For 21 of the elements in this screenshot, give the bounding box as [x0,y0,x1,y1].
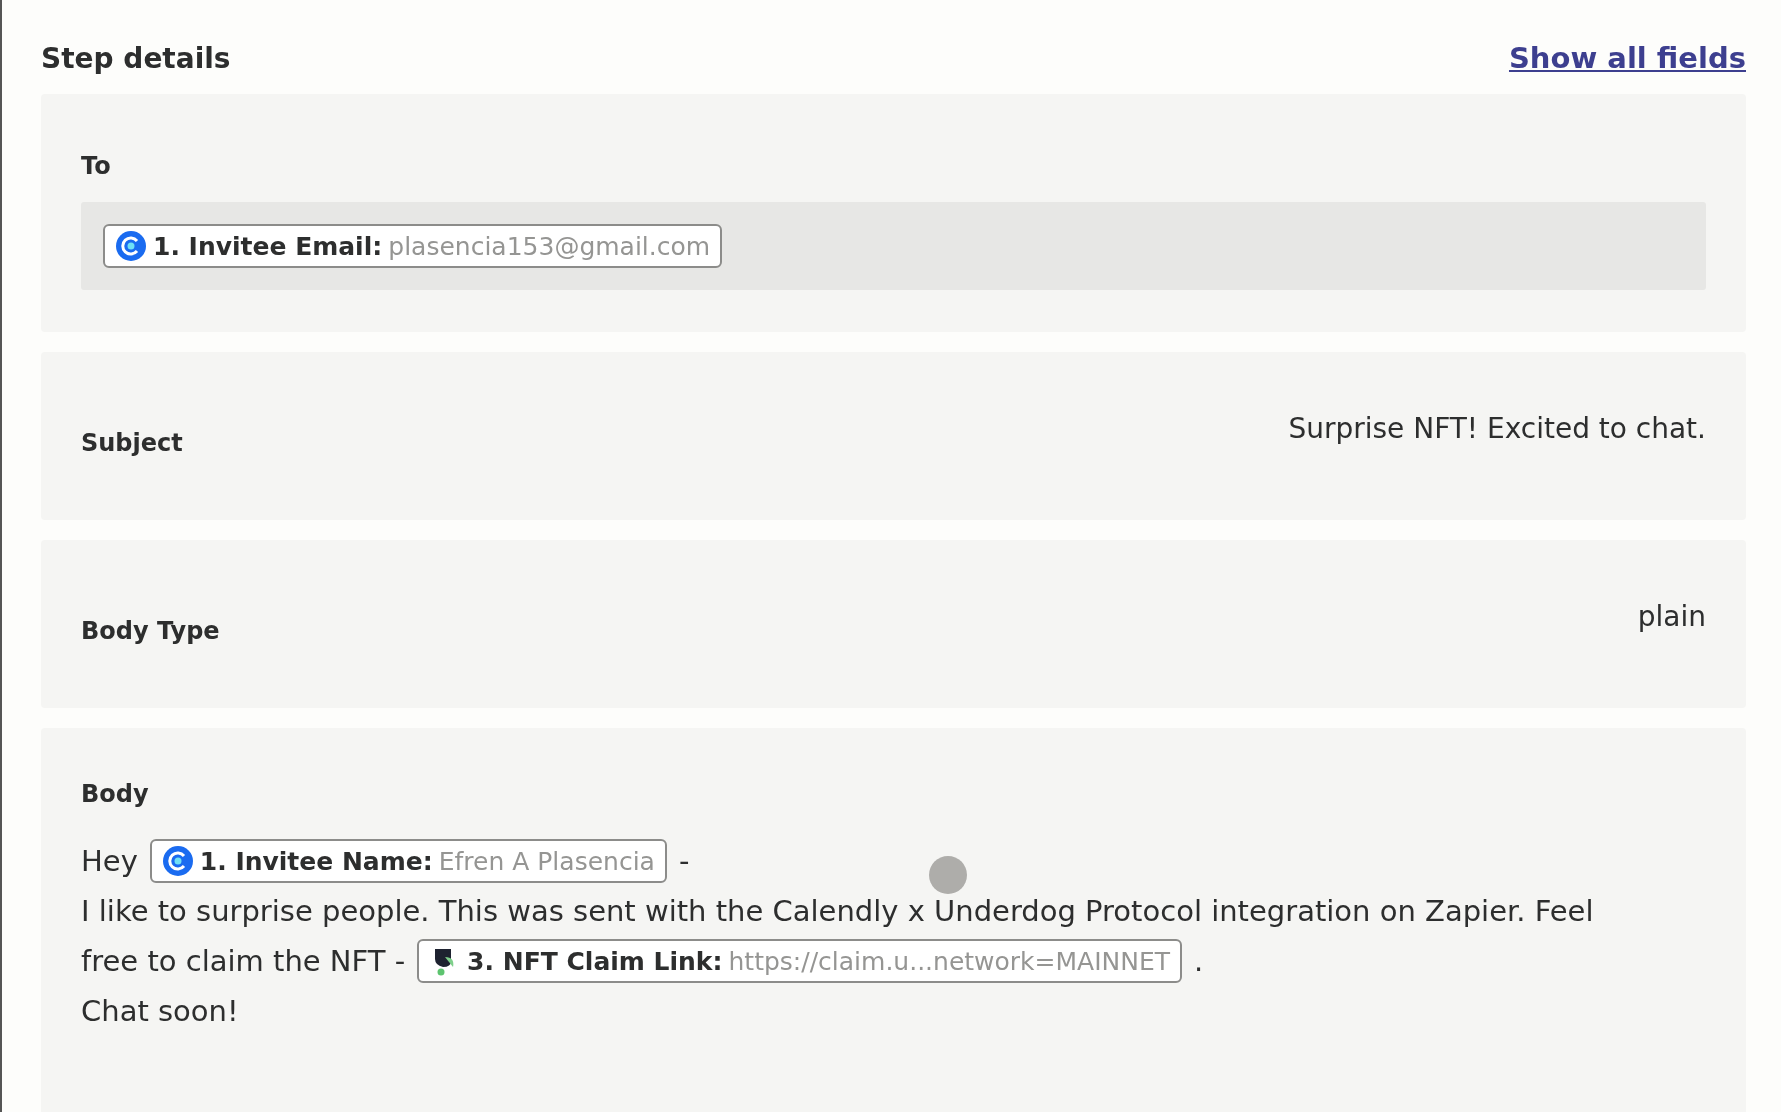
body-text: free to claim the NFT - [81,944,406,978]
body-text: . [1194,944,1204,978]
body-text: I like to surprise people. This was sent with the Calendly x Underdog Protocol integration on Zapier. Feel [81,894,1594,928]
show-all-fields-link[interactable]: Show all fields [1509,41,1746,75]
cursor-dot [929,856,967,894]
section-title: Step details [41,41,231,75]
field-label: Body [81,780,150,808]
field-value: plain [1637,599,1706,633]
c-logo-icon [161,845,194,877]
body-text: Chat soon! [81,994,239,1028]
field-label: To [81,152,112,180]
field-label: Subject [81,429,183,457]
field-value: Surprise NFT! Excited to chat. [1288,411,1706,445]
variable-pill[interactable]: 3. NFT Claim Link: https://claim.u...network=MAINNET [417,939,1183,983]
variable-pill[interactable]: 1. Invitee Name: Efren A Plasencia [149,839,667,883]
body-text: Hey [81,844,138,878]
variable-pill[interactable]: 1. Invitee Email: plasencia153@gmail.com [103,224,723,268]
c-logo-icon [115,230,147,262]
body-text: - [678,844,690,878]
field-label: Body Type [81,617,220,645]
input-field[interactable]: 1. Invitee Email: plasencia153@gmail.com [81,202,1706,290]
